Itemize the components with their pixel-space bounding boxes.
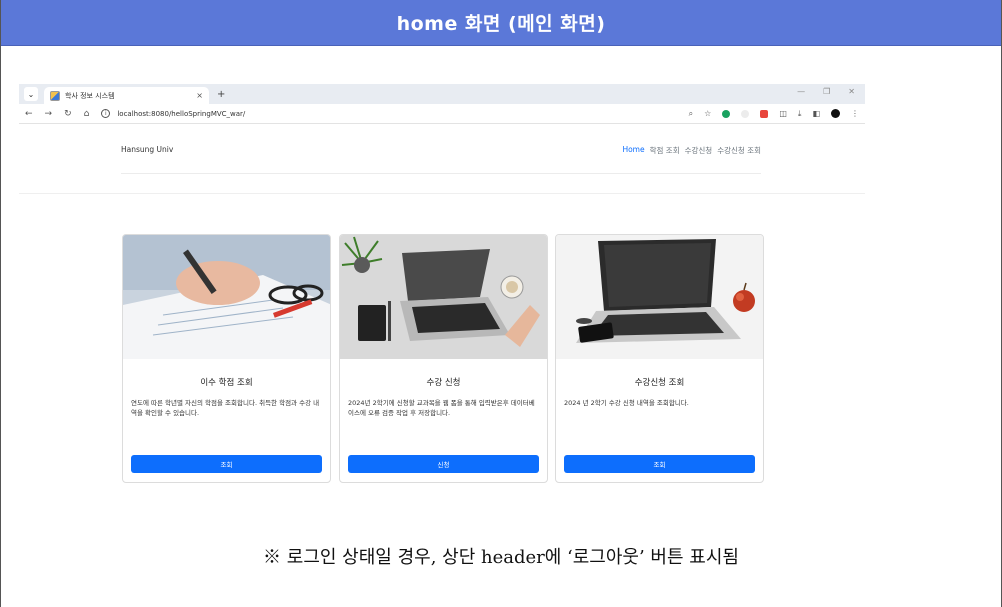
- card-title: 수강신청 조회: [634, 378, 685, 388]
- card-course-registration: 수강 신청 2024년 2학기에 신청할 교과목을 웹 폼을 통해 입력받은후 …: [339, 234, 548, 483]
- card-text: 연도에 따른 학년별 자신의 학점을 조회합니다. 취득한 학점과 수강 내역을…: [131, 399, 320, 417]
- slide: home 화면 (메인 화면) ⌄ 학사 정보 시스템 × + — ❐ ✕ ← …: [0, 0, 1002, 607]
- slide-banner-title: home 화면 (메인 화면): [1, 0, 1001, 46]
- writing-photo-icon: [123, 235, 330, 359]
- tab-list-icon[interactable]: ⌄: [24, 87, 38, 101]
- card-image-laptop-desk: [340, 235, 547, 359]
- extensions-puzzle-icon[interactable]: ◫: [779, 109, 787, 118]
- favicon-icon: [50, 90, 60, 101]
- tab-close-icon[interactable]: ×: [196, 91, 203, 100]
- home-icon[interactable]: ⌂: [84, 109, 90, 119]
- divider: [19, 193, 865, 194]
- laptop-apple-photo-icon: [556, 235, 763, 359]
- nav-home[interactable]: Home: [622, 145, 644, 156]
- profile-icon[interactable]: [831, 109, 840, 118]
- restore-icon[interactable]: ❐: [823, 87, 830, 96]
- card-image-laptop-apple: [556, 235, 763, 359]
- site-nav: Home 학점 조회 수강신청 수강신청 조회: [622, 145, 761, 156]
- zoom-icon[interactable]: ⌕: [689, 109, 693, 119]
- inquiry-button[interactable]: 조회: [131, 455, 322, 473]
- extension-icon[interactable]: [760, 109, 769, 118]
- menu-icon[interactable]: ⋮: [851, 109, 859, 118]
- browser-window: ⌄ 학사 정보 시스템 × + — ❐ ✕ ← → ↻ ⌂ i localhos…: [19, 84, 865, 496]
- window-controls: — ❐ ✕: [797, 87, 855, 96]
- toolbar-actions: ⌕ ☆ ◫ ⤓ ◧ ⋮: [689, 109, 859, 119]
- minimize-icon[interactable]: —: [797, 87, 805, 96]
- browser-toolbar: ← → ↻ ⌂ i localhost:8080/helloSpringMVC_…: [19, 104, 865, 124]
- star-icon[interactable]: ☆: [704, 109, 711, 118]
- tab-title: 학사 정보 시스템: [65, 91, 115, 100]
- browser-tabbar: ⌄ 학사 정보 시스템 × + — ❐ ✕: [19, 84, 865, 104]
- inquiry-button[interactable]: 조회: [564, 455, 755, 473]
- site-header: Hansung Univ Home 학점 조회 수강신청 수강신청 조회: [121, 124, 761, 174]
- extension-icon[interactable]: [722, 109, 731, 118]
- site-info-icon[interactable]: i: [101, 109, 111, 118]
- web-page: Hansung Univ Home 학점 조회 수강신청 수강신청 조회 이수 …: [19, 124, 865, 496]
- back-icon[interactable]: ←: [25, 109, 33, 119]
- card-image-writing: [123, 235, 330, 359]
- url-text: localhost:8080/helloSpringMVC_war/: [117, 109, 246, 118]
- nav-grade-inquiry[interactable]: 학점 조회: [650, 145, 680, 156]
- new-tab-icon[interactable]: +: [217, 89, 225, 100]
- card-text: 2024년 2학기에 신청할 교과목을 웹 폼을 통해 입력받은후 데이터베이스…: [348, 399, 535, 417]
- forward-icon[interactable]: →: [45, 109, 53, 119]
- download-icon[interactable]: ⤓: [798, 109, 802, 119]
- address-bar[interactable]: i localhost:8080/helloSpringMVC_war/: [101, 107, 688, 121]
- card-text: 2024 년 2학기 수강 신청 내역을 조회합니다.: [564, 399, 689, 407]
- logout-note: ※ 로그인 상태일 경우, 상단 header에 ‘로그아웃’ 버튼 표시됨: [263, 547, 739, 568]
- card-title: 수강 신청: [426, 378, 461, 388]
- card-title: 이수 학점 조회: [200, 378, 253, 388]
- site-brand[interactable]: Hansung Univ: [121, 145, 173, 154]
- extension-icon[interactable]: [741, 109, 750, 118]
- close-window-icon[interactable]: ✕: [848, 87, 855, 96]
- nav-course-registration[interactable]: 수강신청: [685, 145, 713, 156]
- register-button[interactable]: 신청: [348, 455, 539, 473]
- card-grade-inquiry: 이수 학점 조회 연도에 따른 학년별 자신의 학점을 조회합니다. 취득한 학…: [122, 234, 331, 483]
- card-registration-inquiry: 수강신청 조회 2024 년 2학기 수강 신청 내역을 조회합니다. 조회: [555, 234, 764, 483]
- nav-registration-inquiry[interactable]: 수강신청 조회: [717, 145, 761, 156]
- reload-icon[interactable]: ↻: [64, 109, 72, 119]
- browser-tab[interactable]: 학사 정보 시스템 ×: [44, 87, 209, 104]
- sidepanel-icon[interactable]: ◧: [812, 109, 820, 118]
- laptop-desk-photo-icon: [340, 235, 547, 359]
